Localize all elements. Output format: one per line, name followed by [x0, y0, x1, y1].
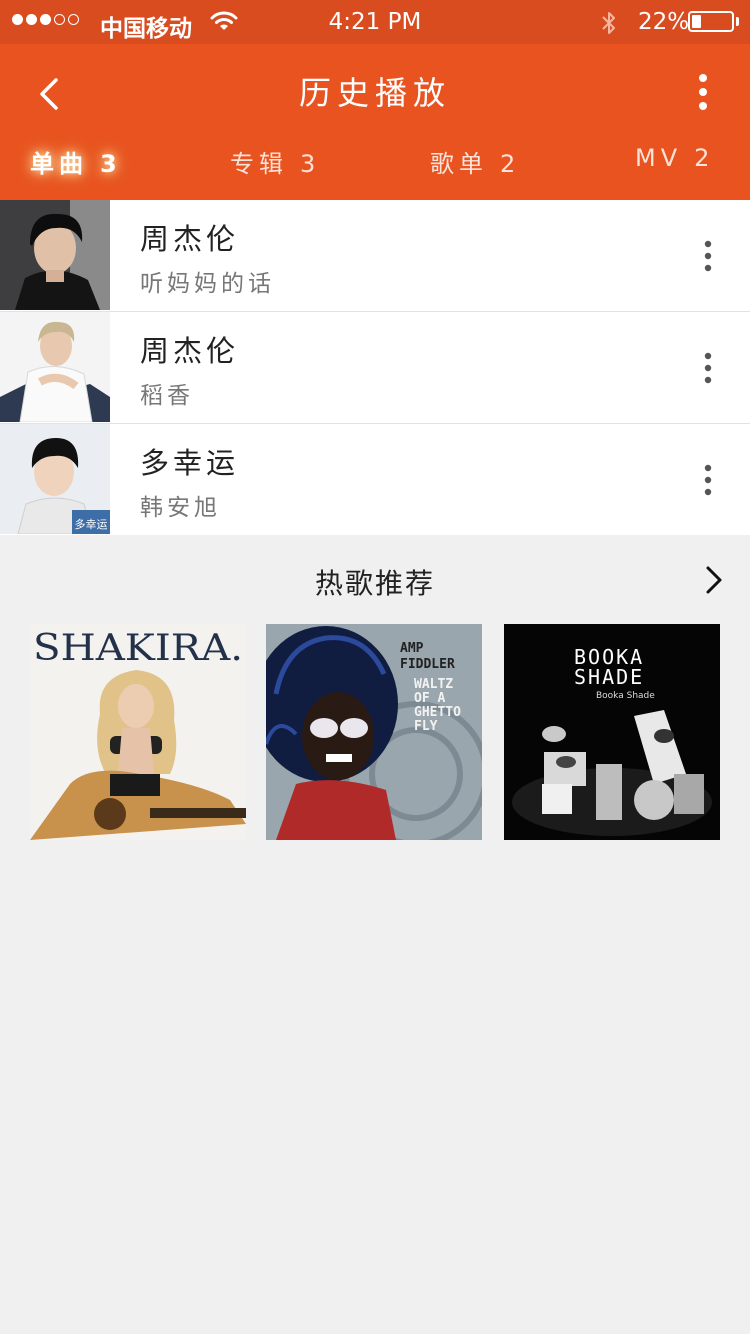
tab-singles[interactable]: 单曲 3 [30, 144, 122, 179]
tab-count: 2 [694, 144, 715, 172]
tab-playlists[interactable]: 歌单 2 [430, 144, 520, 179]
battery-cap [736, 17, 739, 26]
battery-percentage: 22% [638, 9, 690, 35]
album-cover-text: OF A [414, 691, 445, 706]
section-title: 热歌推荐 [314, 567, 435, 600]
tab-count: 2 [500, 150, 521, 178]
album-cover-text: AMP [400, 641, 424, 656]
song-thumbnail: 多幸运 [0, 424, 110, 534]
thumbnail-text: 多幸运 [75, 517, 108, 531]
tab-label: 单曲 [30, 150, 88, 178]
more-options-button[interactable] [692, 460, 724, 500]
more-vertical-icon [699, 74, 707, 110]
more-vertical-icon [704, 352, 712, 384]
chevron-right-icon [706, 566, 722, 594]
tab-count: 3 [300, 150, 321, 178]
song-thumbnail [0, 200, 110, 310]
tab-label: 歌单 [430, 150, 488, 178]
more-vertical-icon [704, 464, 712, 496]
list-item[interactable]: 周杰伦 稻香 [0, 312, 750, 424]
list-item[interactable]: 周杰伦 听妈妈的话 [0, 200, 750, 312]
more-options-button[interactable] [692, 348, 724, 388]
status-bar: 中国移动 4:21 PM 22% [0, 0, 750, 44]
song-subtitle: 稻香 [140, 383, 194, 409]
page-title: 历史播放 [298, 74, 451, 112]
more-vertical-icon [704, 240, 712, 272]
tab-label: MV [635, 144, 683, 172]
album-cover[interactable]: AMP FIDDLER WALTZ OF A GHETTO FLY [266, 624, 482, 840]
album-cover[interactable]: BOOKA SHADE Booka Shade [504, 624, 720, 840]
album-cover-text: GHETTO [414, 705, 461, 720]
see-more-button[interactable] [700, 562, 730, 602]
song-title: 多幸运 [140, 446, 240, 480]
more-options-button[interactable] [686, 70, 720, 114]
tab-albums[interactable]: 专辑 3 [230, 144, 320, 179]
app-header: 历史播放 单曲 3 专辑 3 歌单 2 MV 2 [0, 44, 750, 200]
song-thumbnail [0, 312, 110, 422]
song-title: 周杰伦 [140, 334, 240, 368]
history-list: 周杰伦 听妈妈的话 周杰伦 稻香 多幸运 多幸运 韩安旭 [0, 200, 750, 535]
song-subtitle: 韩安旭 [140, 495, 221, 521]
album-cover-text: SHADE [574, 665, 644, 689]
album-cover-text: FIDDLER [400, 657, 455, 672]
album-cover[interactable]: SHAKIRA. [30, 624, 246, 840]
album-cover-text: FLY [414, 719, 438, 734]
tab-mv[interactable]: MV 2 [635, 144, 714, 172]
album-cover-text: WALTZ [414, 677, 453, 692]
list-item[interactable]: 多幸运 多幸运 韩安旭 [0, 424, 750, 535]
song-title: 周杰伦 [140, 222, 240, 256]
song-subtitle: 听妈妈的话 [140, 271, 275, 297]
bluetooth-icon [600, 10, 618, 40]
album-cover-text: SHAKIRA. [33, 628, 243, 669]
more-options-button[interactable] [692, 236, 724, 276]
battery-icon [688, 11, 734, 32]
album-cover-text: Booka Shade [596, 691, 655, 701]
tab-label: 专辑 [230, 150, 288, 178]
tab-count: 3 [100, 150, 122, 178]
